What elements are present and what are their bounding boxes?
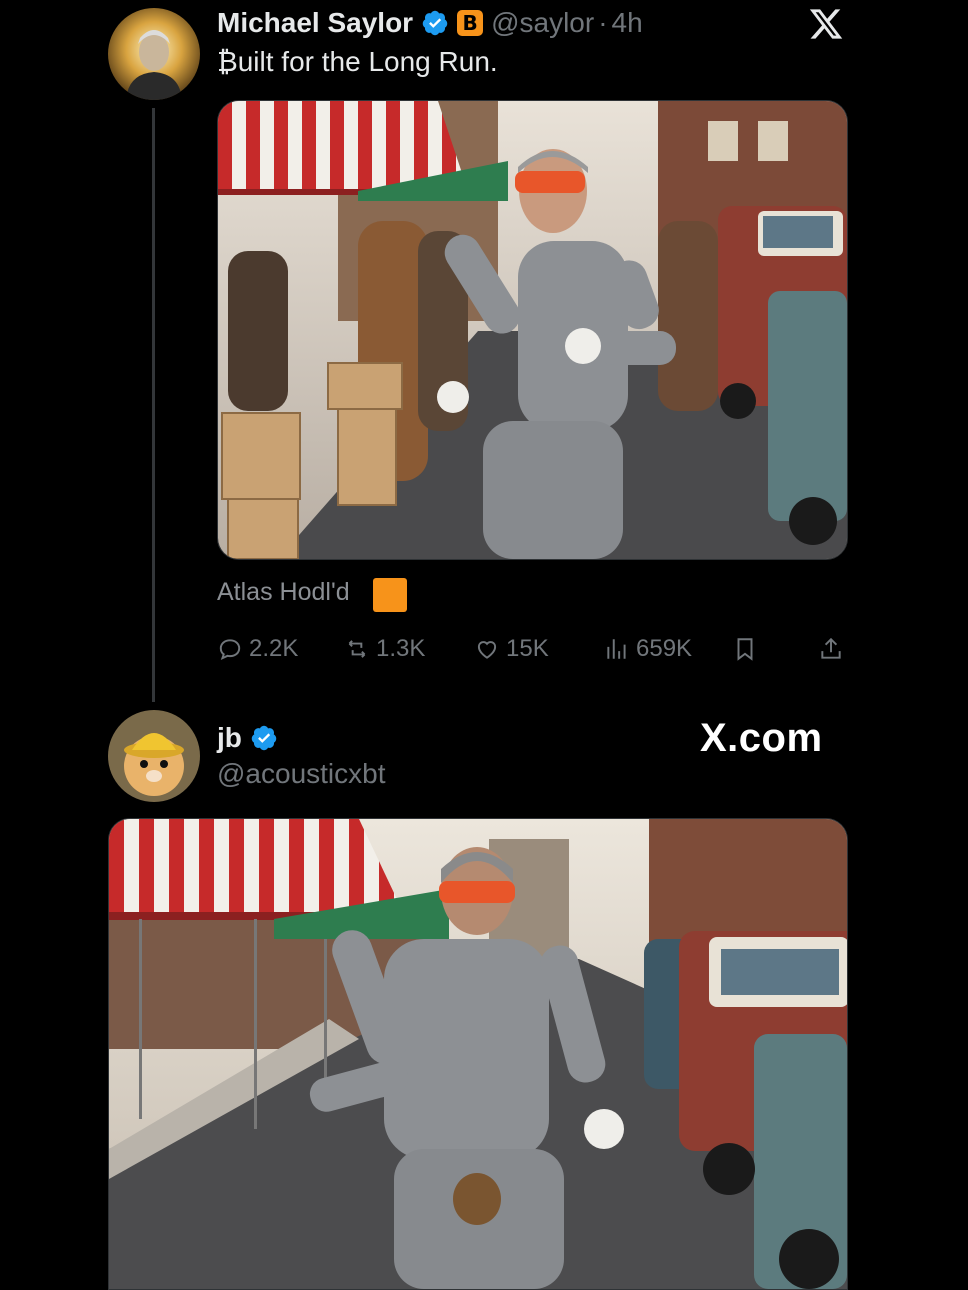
- repost-button[interactable]: 1.3K: [344, 634, 425, 664]
- author-name[interactable]: Michael Saylor: [217, 7, 413, 39]
- tweet-text: ₿uilt for the Long Run.: [217, 46, 498, 77]
- author-handle-jb[interactable]: @acousticxbt: [217, 758, 386, 790]
- views-count: 659K: [636, 635, 693, 662]
- verified-icon: [250, 724, 278, 752]
- like-icon: [477, 641, 497, 659]
- orange-square-emoji: [373, 578, 407, 612]
- bookmark-button[interactable]: [732, 634, 758, 664]
- views-button[interactable]: 659K: [604, 634, 692, 664]
- share-icon: [821, 637, 841, 659]
- xcom-watermark: X.com: [700, 716, 823, 760]
- thread-connector-line: [152, 108, 155, 702]
- tweet-image-runner-back[interactable]: [108, 818, 848, 1290]
- share-button[interactable]: [818, 634, 844, 664]
- reply-text: Atlas Hodl'd: [217, 578, 350, 606]
- reply-icon: [219, 639, 241, 661]
- repost-icon: [348, 640, 366, 658]
- author-name-jb[interactable]: jb: [217, 722, 242, 754]
- dot-separator: ·: [598, 7, 608, 38]
- avatar-saylor[interactable]: [108, 8, 200, 100]
- reply-count: 2.2K: [249, 635, 299, 662]
- like-button[interactable]: 15K: [474, 634, 549, 664]
- avatar-jb[interactable]: [108, 710, 200, 802]
- author-handle[interactable]: @saylor: [491, 7, 594, 39]
- reply-button[interactable]: 2.2K: [217, 634, 298, 664]
- like-count: 15K: [506, 635, 549, 662]
- tweet-image-runner-front[interactable]: [217, 100, 848, 560]
- tweet-time[interactable]: 4h: [612, 7, 643, 39]
- x-logo-icon[interactable]: [808, 6, 844, 42]
- repost-count: 1.3K: [376, 635, 426, 662]
- verified-icon: [421, 9, 449, 37]
- bitcoin-icon: B: [457, 10, 484, 36]
- bookmark-icon: [737, 638, 753, 661]
- views-icon: [607, 639, 626, 659]
